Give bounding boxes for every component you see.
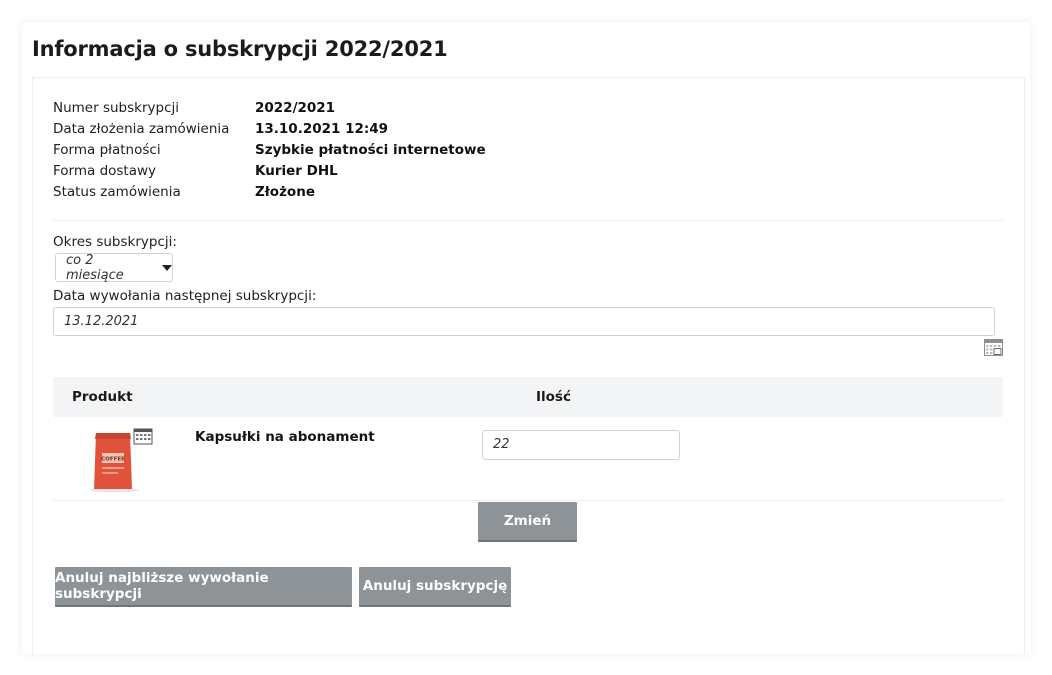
subscription-info: Numer subskrypcji 2022/2021 Data złożeni… [53, 98, 486, 203]
column-header-product: Produkt [72, 389, 133, 405]
info-label: Forma dostawy [53, 163, 157, 179]
caret-down-icon [162, 264, 172, 271]
calendar-badge-icon [133, 428, 153, 445]
next-date-label: Data wywołania następnej subskrypcji: [53, 288, 317, 304]
table-row-divider [53, 500, 1003, 501]
info-row-number: Numer subskrypcji 2022/2021 [53, 98, 486, 119]
next-date-input[interactable]: 13.12.2021 [53, 307, 995, 336]
info-label: Status zamówienia [53, 184, 181, 200]
info-value: 2022/2021 [255, 100, 336, 116]
product-bag-label: COFFEE [101, 457, 125, 463]
info-label: Numer subskrypcji [53, 100, 179, 116]
info-row-delivery: Forma dostawy Kurier DHL [53, 161, 486, 182]
info-value: Złożone [255, 184, 315, 200]
info-label: Forma płatności [53, 142, 161, 158]
info-row-status: Status zamówienia Złożone [53, 182, 486, 203]
products-table-header: Produkt Ilość [53, 377, 1003, 417]
info-row-payment: Forma płatności Szybkie płatności intern… [53, 140, 486, 161]
product-name[interactable]: Kapsułki na abonament [195, 429, 375, 445]
product-image: COFFEE [90, 428, 153, 493]
info-row-order-date: Data złożenia zamówienia 13.10.2021 12:4… [53, 119, 486, 140]
info-label: Data złożenia zamówienia [53, 121, 230, 137]
page-title: Informacja o subskrypcji 2022/2021 [32, 37, 448, 61]
period-select-value: co 2 miesiące [66, 252, 124, 283]
cancel-subscription-button[interactable]: Anuluj subskrypcję [359, 567, 511, 607]
change-button[interactable]: Zmień [478, 502, 577, 542]
cancel-next-run-button[interactable]: Anuluj najbliższe wywołanie subskrypcji [55, 567, 352, 607]
calendar-icon[interactable] [984, 339, 1003, 356]
quantity-input[interactable]: 22 [482, 430, 680, 460]
info-value: Szybkie płatności internetowe [255, 142, 486, 158]
info-value: 13.10.2021 12:49 [255, 121, 389, 137]
column-header-quantity: Ilość [536, 389, 571, 405]
period-label: Okres subskrypcji: [53, 234, 177, 250]
info-value: Kurier DHL [255, 163, 338, 179]
section-divider [53, 220, 1003, 221]
period-select[interactable]: co 2 miesiące [55, 252, 173, 283]
